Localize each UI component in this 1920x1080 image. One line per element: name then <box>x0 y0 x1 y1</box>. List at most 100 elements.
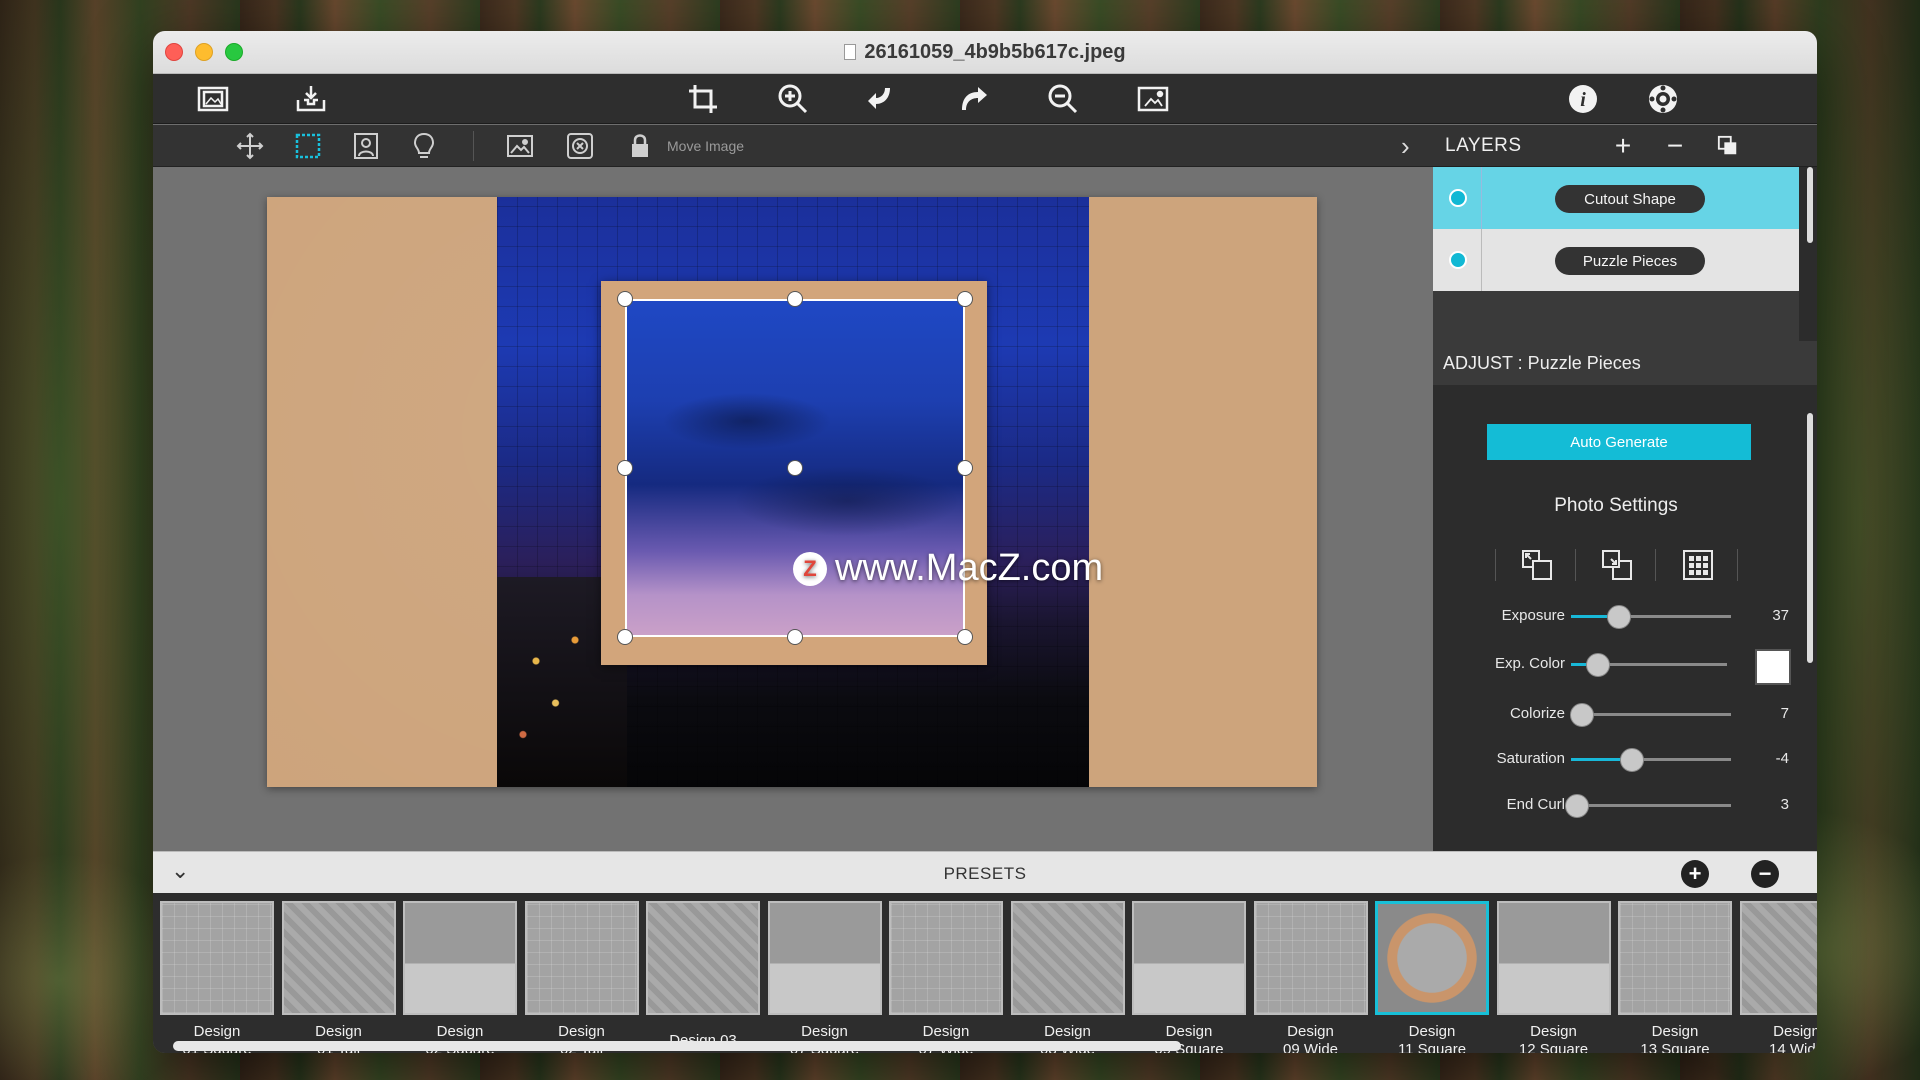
preset-label-line1: Design <box>1165 1023 1213 1040</box>
center-handle[interactable] <box>787 460 803 476</box>
resize-handle[interactable] <box>787 629 803 645</box>
minimize-window-button[interactable] <box>195 43 213 61</box>
preset-item[interactable]: Design 13 Square <box>1618 901 1732 1053</box>
layer-front-icon[interactable] <box>1597 545 1637 585</box>
preset-item[interactable]: Design02 Tall <box>524 901 639 1053</box>
preset-item[interactable]: Design14 Wide <box>1739 901 1817 1053</box>
preset-label-line1: Design <box>1408 1023 1456 1040</box>
slider-knob[interactable] <box>1607 605 1631 629</box>
preset-item[interactable]: Design 12 Square <box>1496 901 1611 1053</box>
icon-separator <box>1495 549 1496 581</box>
resize-handle[interactable] <box>787 291 803 307</box>
adjust-scrollbar[interactable] <box>1807 413 1813 663</box>
resize-handle[interactable] <box>957 460 973 476</box>
preset-item[interactable]: Design08 Wide <box>1010 901 1125 1053</box>
close-window-button[interactable] <box>165 43 183 61</box>
preset-item[interactable]: Design 09 Square <box>1132 901 1246 1053</box>
toolbar-separator <box>473 131 474 161</box>
slider-track[interactable] <box>1571 653 1727 677</box>
preset-label-line1: Design <box>436 1023 484 1040</box>
auto-generate-button[interactable]: Auto Generate <box>1487 424 1751 460</box>
duplicate-layer-icon[interactable] <box>1713 131 1743 161</box>
slider-label: End Curl <box>1506 796 1565 813</box>
resize-handle[interactable] <box>957 629 973 645</box>
presets-strip: Design01 SquareDesign01 TallDesign02 Squ… <box>153 893 1817 1053</box>
preset-item[interactable]: Design02 Square <box>403 901 517 1053</box>
preset-item[interactable]: Design01 Tall <box>281 901 396 1053</box>
remove-preset-button[interactable]: − <box>1751 860 1779 888</box>
zoom-window-button[interactable] <box>225 43 243 61</box>
slider-knob[interactable] <box>1585 653 1610 677</box>
resize-handle[interactable] <box>957 291 973 307</box>
layers-scrollbar[interactable] <box>1807 167 1813 243</box>
slider-end-curl: End Curl 3 <box>1433 790 1799 820</box>
preset-label: Design 12 Square <box>1497 1023 1611 1053</box>
preset-thumbnail <box>767 901 882 1015</box>
preset-thumbnail <box>1375 901 1489 1015</box>
sub-toolbar: Move Image › <box>153 125 1433 167</box>
select-tool-icon[interactable] <box>291 130 325 162</box>
slider-knob[interactable] <box>1619 748 1644 772</box>
slider-knob[interactable] <box>1565 794 1590 818</box>
slider-track[interactable] <box>1571 605 1731 629</box>
presets-scrollbar[interactable] <box>173 1041 1181 1051</box>
lock-icon[interactable] <box>623 130 657 162</box>
canvas-area[interactable]: Z www.MacZ.com <box>153 167 1433 851</box>
open-image-icon[interactable] <box>193 81 233 117</box>
add-image-icon[interactable] <box>503 130 537 162</box>
slider-track[interactable] <box>1571 748 1731 772</box>
icon-separator <box>1655 549 1656 581</box>
slider-track[interactable] <box>1565 794 1731 818</box>
slider-knob[interactable] <box>1570 703 1595 727</box>
preset-label-line2: 11 Square <box>1397 1041 1467 1053</box>
window-title: 26161059_4b9b5b617c.jpeg <box>844 41 1126 64</box>
lightbulb-icon[interactable] <box>407 130 441 162</box>
settings-icon[interactable] <box>1643 81 1683 117</box>
preset-thumbnail <box>889 901 1003 1015</box>
preset-item[interactable]: Design 11 Square <box>1375 901 1489 1053</box>
grid-icon[interactable] <box>1678 545 1718 585</box>
title-bar: 26161059_4b9b5b617c.jpeg <box>153 31 1817 74</box>
resize-handle[interactable] <box>617 291 633 307</box>
preset-label-line2: 14 Wide <box>1768 1041 1817 1053</box>
resize-handle[interactable] <box>617 629 633 645</box>
portrait-tool-icon[interactable] <box>349 130 383 162</box>
visibility-toggle[interactable] <box>1449 251 1467 269</box>
preset-item[interactable]: Design 03 <box>646 901 760 1050</box>
slider-track[interactable] <box>1570 703 1731 727</box>
preset-item[interactable]: Design01 Square <box>160 901 274 1053</box>
zoom-out-icon[interactable] <box>1043 81 1083 117</box>
preset-item[interactable]: Design 09 Wide <box>1253 901 1368 1053</box>
export-icon[interactable] <box>291 81 331 117</box>
exp-color-swatch[interactable] <box>1755 649 1791 685</box>
info-icon[interactable]: i <box>1563 81 1603 117</box>
layer-back-icon[interactable] <box>1517 545 1557 585</box>
slider-value: 37 <box>1772 607 1789 624</box>
resize-handle[interactable] <box>617 460 633 476</box>
preset-item[interactable]: Design07 Square <box>767 901 882 1053</box>
rotate-left-icon[interactable] <box>863 81 903 117</box>
visibility-toggle[interactable] <box>1449 189 1467 207</box>
remove-layer-button[interactable]: − <box>1660 130 1690 161</box>
layers-footer <box>1433 291 1799 341</box>
preset-label-line1: Design <box>558 1023 605 1040</box>
preset-thumbnail <box>160 901 274 1015</box>
preset-item[interactable]: Design07 Wide <box>889 901 1003 1053</box>
layer-label: Puzzle Pieces <box>1555 247 1705 275</box>
move-tool-icon[interactable] <box>233 130 267 162</box>
crop-icon[interactable] <box>683 81 723 117</box>
chevron-right-icon[interactable]: › <box>1401 131 1410 162</box>
rotate-right-icon[interactable] <box>953 81 993 117</box>
add-preset-button[interactable]: + <box>1681 860 1709 888</box>
remove-image-icon[interactable] <box>563 130 597 162</box>
layer-divider <box>1481 229 1482 291</box>
fit-image-icon[interactable] <box>1133 81 1173 117</box>
layer-row-cutout-shape[interactable]: Cutout Shape <box>1433 167 1799 229</box>
layer-row-puzzle-pieces[interactable]: Puzzle Pieces <box>1433 229 1799 291</box>
zoom-in-icon[interactable] <box>773 81 813 117</box>
preset-label-line1: Design <box>922 1023 970 1040</box>
layers-header: LAYERS + − <box>1433 125 1817 167</box>
preset-label-line2: 13 Square <box>1640 1041 1710 1053</box>
preset-label: Design 11 Square <box>1375 1023 1489 1053</box>
add-layer-button[interactable]: + <box>1608 130 1638 161</box>
